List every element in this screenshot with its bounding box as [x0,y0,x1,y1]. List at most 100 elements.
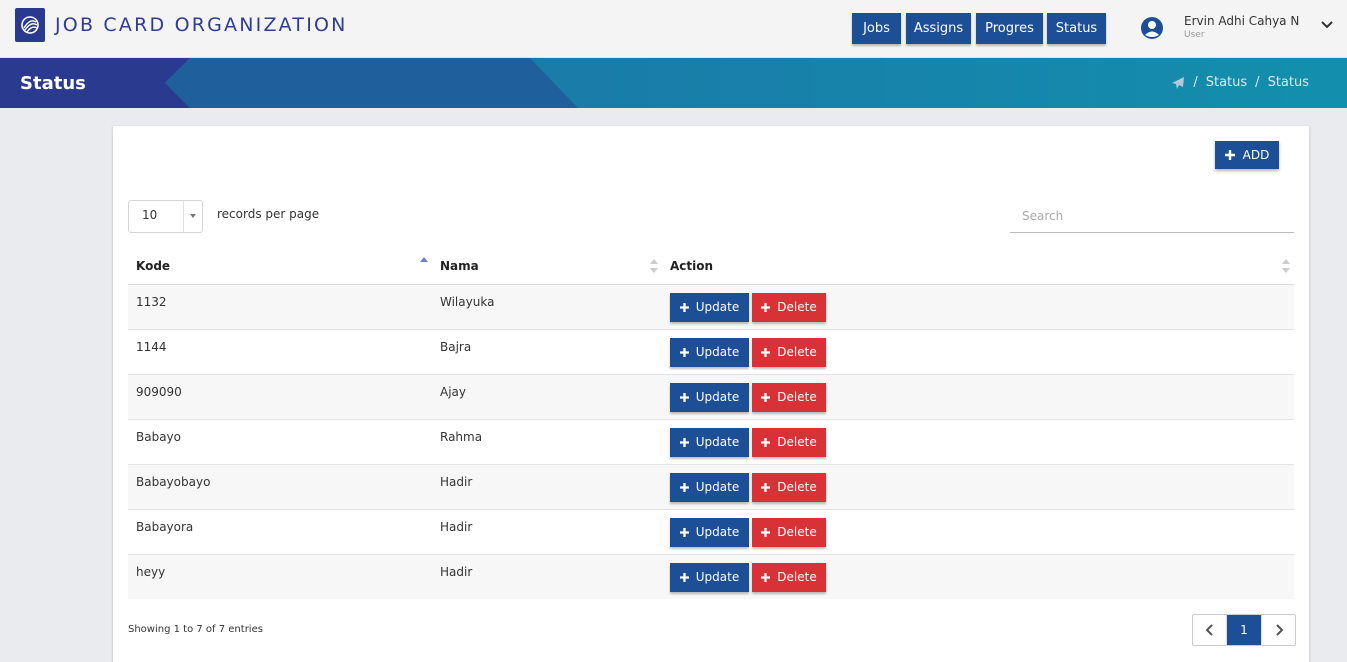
sort-icon [1282,259,1290,273]
sort-icon [650,259,658,273]
cell-action: Update Delete [662,328,1294,374]
cell-nama: Rahma [432,418,662,464]
update-button-label: Update [695,480,740,494]
globe-icon [21,16,39,34]
plus-icon [679,437,689,447]
cell-kode: Babayora [128,508,432,554]
cell-kode: 1132 [128,283,432,329]
update-button-label: Update [695,570,740,584]
next-page-button[interactable] [1261,615,1295,645]
nav-assigns-button[interactable]: Assigns [906,13,971,44]
delete-button[interactable]: Delete [752,427,826,457]
plus-icon [761,347,771,357]
cell-kode: 909090 [128,373,432,419]
top-navbar: JOB CARD ORGANIZATION Jobs Assigns Progr… [0,0,1347,58]
cell-nama: Bajra [432,328,662,374]
table-info: Showing 1 to 7 of 7 entries [128,624,263,635]
cell-nama: Hadir [432,553,662,599]
cell-action: Update Delete [662,418,1294,464]
update-button[interactable]: Update [670,337,749,367]
update-button-label: Update [695,435,740,449]
plus-icon [679,572,689,582]
cell-action: Update Delete [662,283,1294,329]
table-row: Babayo Rahma Update Delete [128,418,1294,464]
update-button-label: Update [695,525,740,539]
delete-button[interactable]: Delete [752,517,826,547]
user-avatar-icon[interactable] [1140,16,1164,40]
plus-icon [761,437,771,447]
update-button[interactable]: Update [670,562,749,592]
cell-action: Update Delete [662,553,1294,599]
breadcrumb-item-current: Status [1267,75,1309,90]
chevron-right-icon [1275,624,1283,636]
cell-nama: Ajay [432,373,662,419]
delete-button[interactable]: Delete [752,562,826,592]
plane-icon[interactable] [1171,76,1185,90]
breadcrumb-item[interactable]: Status [1206,75,1247,90]
plus-icon [761,392,771,402]
page-button-current[interactable]: 1 [1227,615,1261,645]
nav-progres-button[interactable]: Progres [976,13,1043,44]
cell-kode: 1144 [128,328,432,374]
user-name[interactable]: Ervin Adhi Cahya N [1184,14,1299,28]
plus-icon [679,482,689,492]
plus-icon [1224,150,1235,160]
page-length-label: records per page [217,207,320,221]
column-header-nama[interactable]: Nama [432,248,662,285]
update-button-label: Update [695,300,740,314]
delete-button-label: Delete [777,390,817,404]
delete-button-label: Delete [777,345,817,359]
add-button[interactable]: ADD [1215,141,1279,169]
cell-nama: Hadir [432,508,662,554]
table-row: 1132 Wilayuka Update Delete [128,283,1294,329]
update-button[interactable]: Update [670,382,749,412]
plus-icon [679,302,689,312]
cell-action: Update Delete [662,463,1294,509]
page-banner [0,58,1347,108]
plus-icon [761,302,771,312]
delete-button[interactable]: Delete [752,337,826,367]
breadcrumb: / Status / Status [1171,75,1309,90]
plus-icon [761,482,771,492]
delete-button-label: Delete [777,570,817,584]
page-length-select[interactable]: 10 [128,200,203,233]
add-button-label: ADD [1242,148,1270,162]
column-header-action[interactable]: Action [662,248,1294,285]
delete-button-label: Delete [777,480,817,494]
delete-button-label: Delete [777,435,817,449]
update-button-label: Update [695,345,740,359]
caret-down-icon [190,214,196,218]
plus-icon [679,527,689,537]
chevron-left-icon [1205,624,1213,636]
table-row: 909090 Ajay Update Delete [128,373,1294,419]
delete-button[interactable]: Delete [752,292,826,322]
nav-jobs-button[interactable]: Jobs [852,13,901,44]
chevron-down-icon[interactable] [1320,18,1334,32]
status-table: Kode Nama Action 1132 Wilayuka Update Delet… [128,248,1294,599]
column-header-kode[interactable]: Kode [128,248,432,285]
delete-button[interactable]: Delete [752,472,826,502]
nav-status-button[interactable]: Status [1047,13,1106,44]
brand-title: JOB CARD ORGANIZATION [55,14,348,36]
prev-page-button[interactable] [1193,615,1227,645]
update-button[interactable]: Update [670,472,749,502]
banner-background [0,58,1347,108]
page-length-value: 10 [142,208,158,222]
plus-icon [679,392,689,402]
cell-nama: Hadir [432,463,662,509]
search-input[interactable] [1010,200,1294,233]
cell-action: Update Delete [662,508,1294,554]
table-row: heyy Hadir Update Delete [128,553,1294,599]
cell-kode: heyy [128,553,432,599]
table-row: Babayora Hadir Update Delete [128,508,1294,554]
cell-nama: Wilayuka [432,283,662,329]
delete-button-label: Delete [777,525,817,539]
delete-button-label: Delete [777,300,817,314]
plus-icon [679,347,689,357]
page-title: Status [20,73,86,94]
logo[interactable] [15,8,45,42]
update-button[interactable]: Update [670,427,749,457]
delete-button[interactable]: Delete [752,382,826,412]
update-button[interactable]: Update [670,292,749,322]
update-button[interactable]: Update [670,517,749,547]
